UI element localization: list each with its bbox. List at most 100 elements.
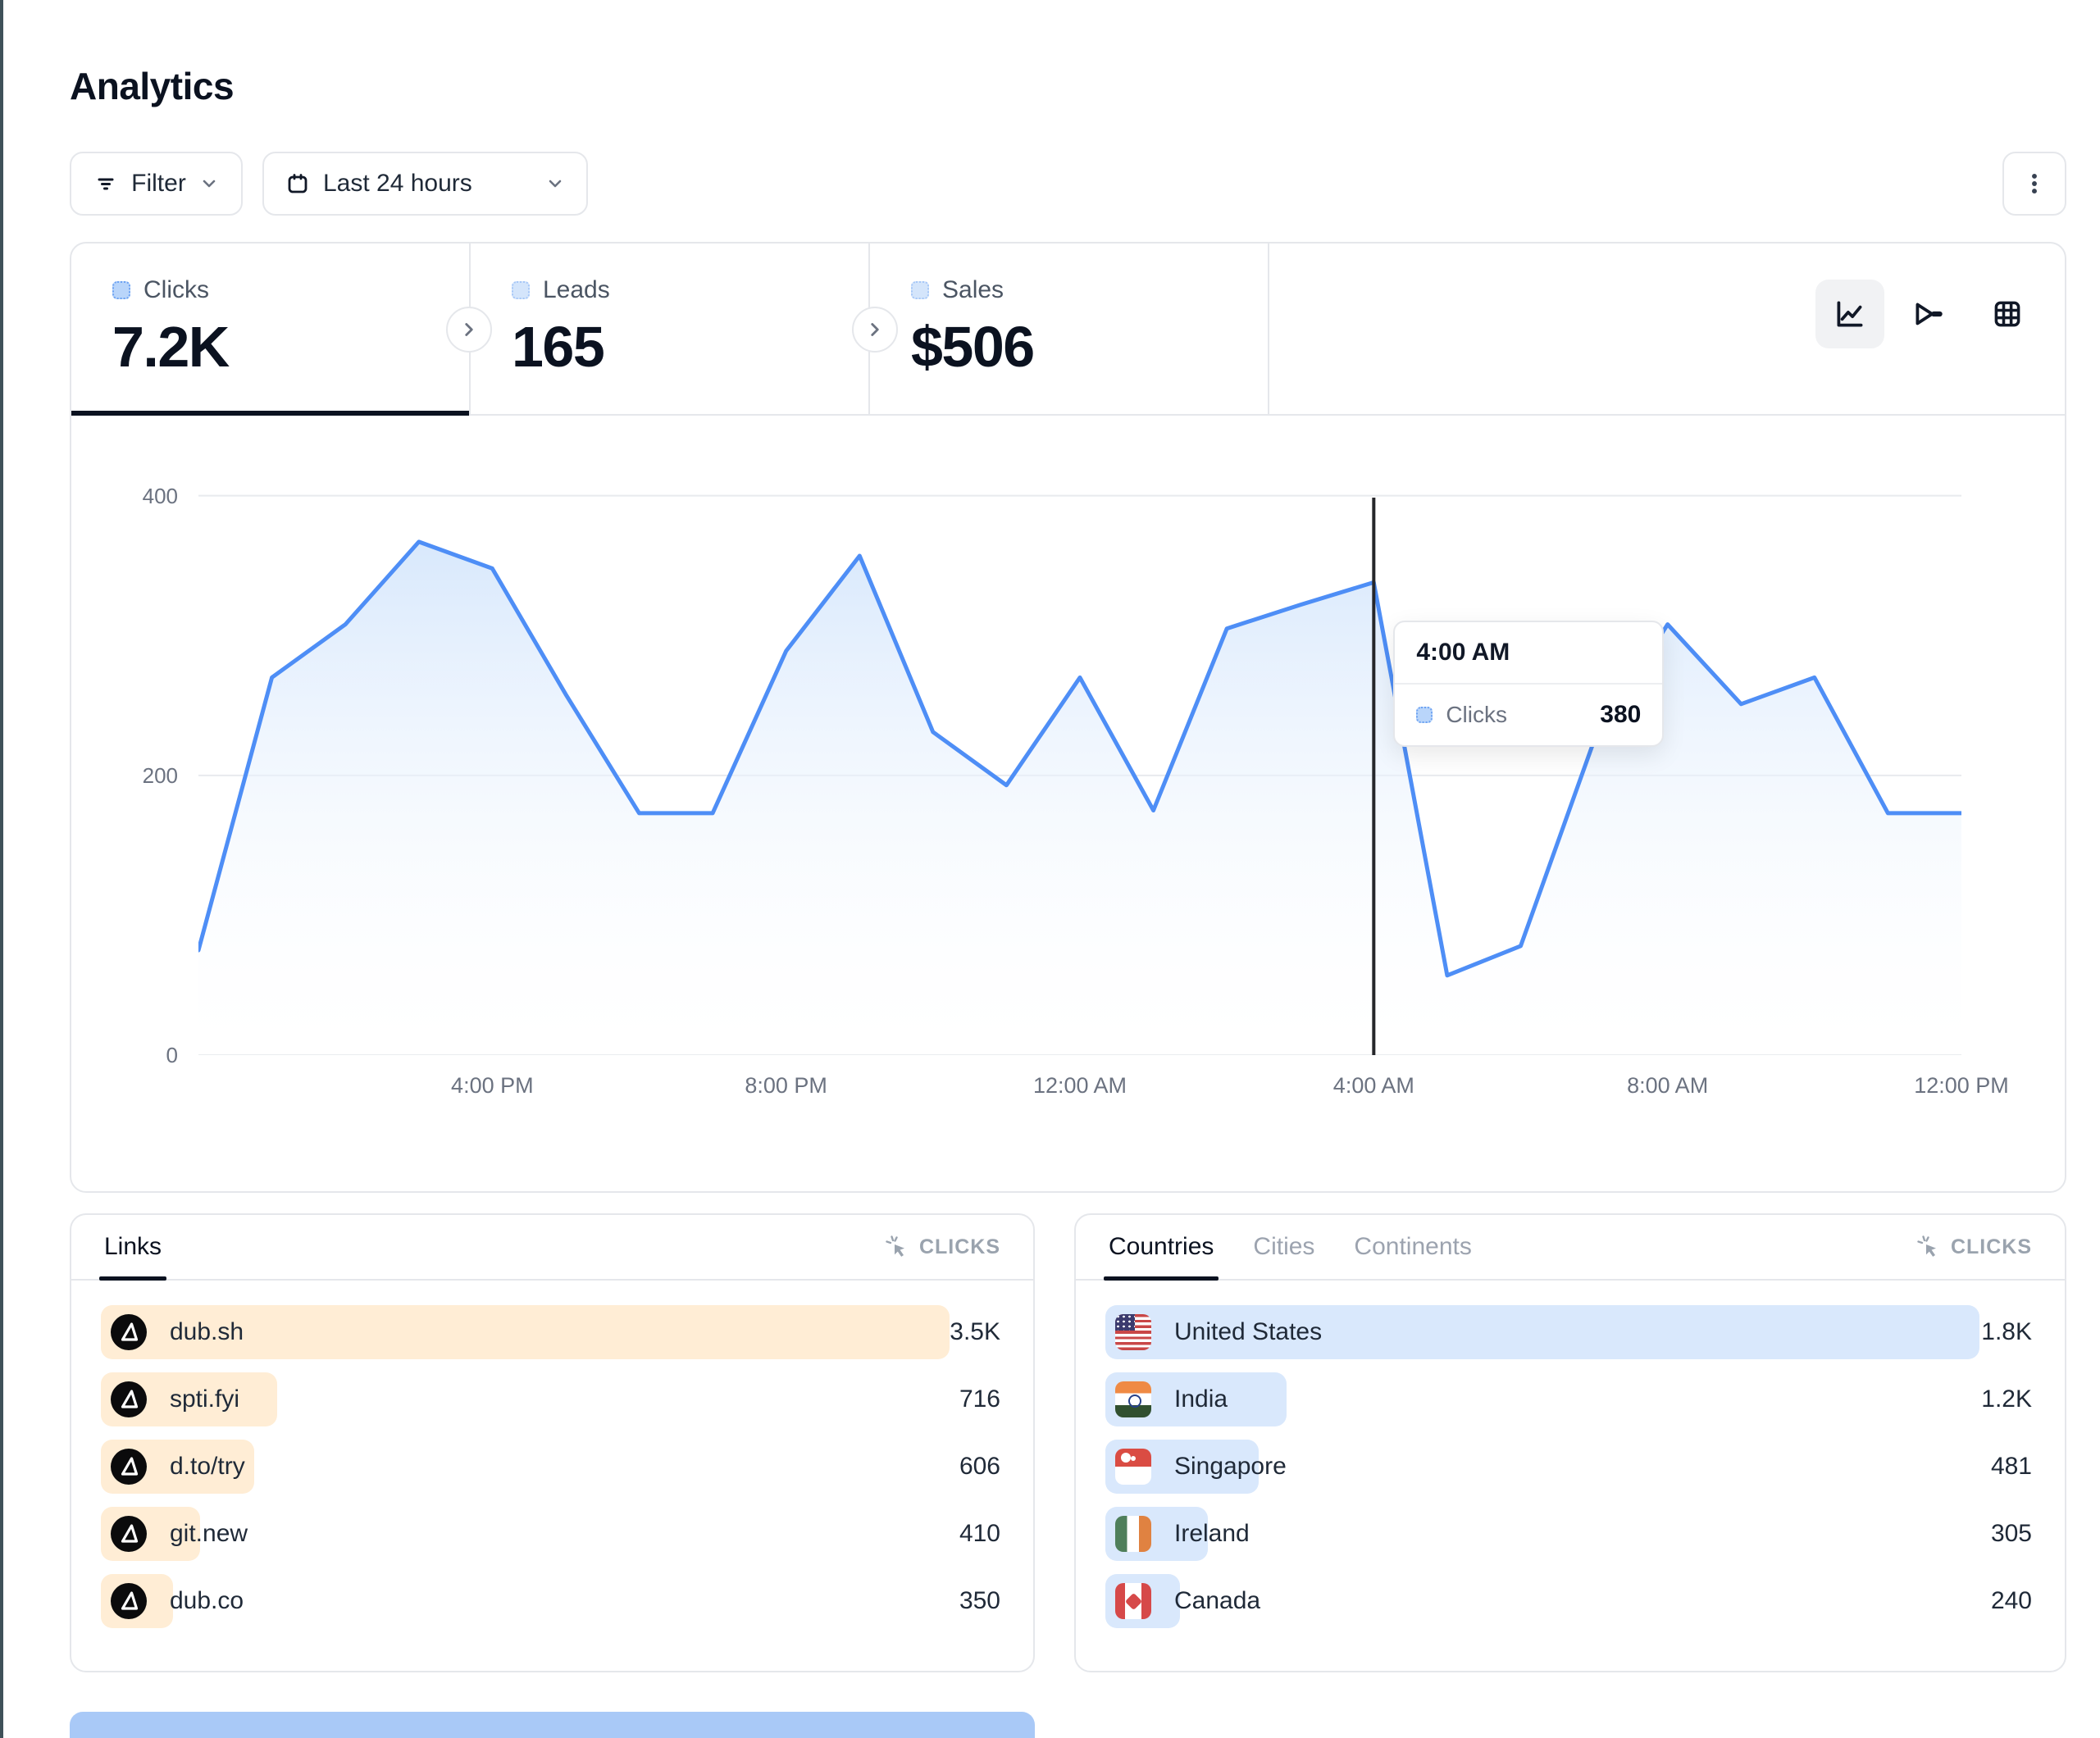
clicks-area-chart[interactable]	[198, 461, 1961, 1055]
tooltip-series-label: Clicks	[1446, 702, 1507, 728]
list-item-value: 1.2K	[1981, 1385, 2032, 1413]
in-flag-icon	[1115, 1381, 1151, 1417]
filter-button[interactable]: Filter	[70, 152, 243, 216]
dub-logo-icon	[111, 1516, 147, 1552]
tab-label: Countries	[1109, 1233, 1214, 1260]
links-tab-links[interactable]: Links	[104, 1215, 162, 1279]
toolbar: Filter Last 24 hours	[70, 152, 2066, 216]
stat-value: 165	[512, 314, 868, 380]
metric-label: CLICKS	[919, 1235, 1000, 1259]
clicks-metric-header[interactable]: CLICKS	[1916, 1235, 2032, 1259]
list-item-value: 240	[1991, 1587, 2032, 1615]
list-item-value: 305	[1991, 1520, 2032, 1548]
clicks-metric-header[interactable]: CLICKS	[885, 1235, 1000, 1259]
stat-tab-sales[interactable]: Sales $506	[870, 243, 1269, 414]
ie-flag-icon	[1115, 1516, 1151, 1552]
list-item-label: India	[1174, 1385, 1228, 1413]
list-item[interactable]: git.new 410	[101, 1507, 1004, 1561]
list-item[interactable]: dub.co 350	[101, 1574, 1004, 1628]
list-item-value: 350	[959, 1587, 1000, 1615]
cutoff-list-item-bar	[70, 1712, 1035, 1738]
list-item[interactable]: dub.sh 3.5K	[101, 1305, 1004, 1359]
stat-label: Leads	[543, 276, 610, 304]
stat-tab-clicks[interactable]: Clicks 7.2K	[71, 243, 471, 414]
dub-logo-icon	[111, 1314, 147, 1350]
stat-label: Clicks	[143, 276, 209, 304]
links-panel: Links CLICKS dub.sh 3.5K spti.fyi 716	[70, 1213, 1035, 1672]
line-chart-view-button[interactable]	[1815, 280, 1884, 348]
funnel-icon	[1910, 295, 1947, 333]
countries-list: United States 1.8K India 1.2K Singapore …	[1076, 1281, 2065, 1628]
us-flag-icon	[1115, 1314, 1151, 1350]
area-fill	[198, 542, 1961, 1055]
series-legend-swatch	[911, 281, 929, 299]
list-item-value: 481	[1991, 1453, 2032, 1481]
list-item[interactable]: d.to/try 606	[101, 1440, 1004, 1494]
x-axis-tick: 4:00 AM	[1308, 1073, 1439, 1099]
list-item-label: d.to/try	[170, 1453, 245, 1481]
geo-tab-countries[interactable]: Countries	[1109, 1215, 1214, 1279]
list-item-value: 410	[959, 1520, 1000, 1548]
filter-button-label: Filter	[131, 170, 186, 198]
list-item[interactable]: spti.fyi 716	[101, 1372, 1004, 1426]
tooltip-value: 380	[1600, 701, 1641, 729]
x-axis-tick: 12:00 AM	[1014, 1073, 1146, 1099]
links-list: dub.sh 3.5K spti.fyi 716 d.to/try 606 gi…	[71, 1281, 1033, 1628]
list-item-label: Ireland	[1174, 1520, 1250, 1548]
list-item-label: dub.co	[170, 1587, 244, 1615]
countries-panel-header: Countries Cities Continents CLICKS	[1076, 1215, 2065, 1281]
cursor-click-icon	[885, 1235, 909, 1259]
chevron-down-icon	[545, 174, 565, 193]
list-item-value: 606	[959, 1453, 1000, 1481]
dub-logo-icon	[111, 1449, 147, 1485]
left-edge-accent	[0, 0, 3, 1738]
tooltip-time: 4:00 AM	[1395, 622, 1662, 685]
table-view-button[interactable]	[1973, 280, 2042, 348]
list-item[interactable]: United States 1.8K	[1105, 1305, 2035, 1359]
y-axis-tick: 400	[88, 484, 178, 509]
filter-icon	[93, 171, 118, 196]
list-item-label: United States	[1174, 1318, 1322, 1346]
list-item[interactable]: Ireland 305	[1105, 1507, 2035, 1561]
x-axis-tick: 8:00 AM	[1602, 1073, 1733, 1099]
list-item[interactable]: India 1.2K	[1105, 1372, 2035, 1426]
date-range-button[interactable]: Last 24 hours	[262, 152, 588, 216]
list-item-label: Canada	[1174, 1587, 1260, 1615]
date-range-label: Last 24 hours	[323, 170, 472, 198]
countries-panel: Countries Cities Continents CLICKS Unite…	[1074, 1213, 2066, 1672]
list-item[interactable]: Canada 240	[1105, 1574, 2035, 1628]
calendar-icon	[285, 171, 310, 196]
dub-logo-icon	[111, 1583, 147, 1619]
funnel-view-button[interactable]	[1894, 280, 1963, 348]
x-axis-tick: 8:00 PM	[721, 1073, 852, 1099]
chart-view-toggle	[1815, 280, 2042, 348]
stat-expand-chevron-button[interactable]	[446, 307, 492, 353]
tab-label: Links	[104, 1233, 162, 1260]
countries-panel-tabs: Countries Cities Continents	[1109, 1215, 1472, 1279]
dub-logo-icon	[111, 1381, 147, 1417]
list-item-label: dub.sh	[170, 1318, 244, 1346]
line-chart-icon	[1831, 295, 1869, 333]
dub-logo-icon	[111, 1449, 147, 1485]
page-title: Analytics	[70, 64, 234, 108]
more-options-button[interactable]	[2002, 152, 2066, 216]
stat-expand-chevron-button[interactable]	[852, 307, 898, 353]
list-item[interactable]: Singapore 481	[1105, 1440, 2035, 1494]
list-item-label: spti.fyi	[170, 1385, 239, 1413]
geo-tab-continents[interactable]: Continents	[1354, 1215, 1471, 1279]
list-item-value: 1.8K	[1981, 1318, 2032, 1346]
geo-tab-cities[interactable]: Cities	[1253, 1215, 1314, 1279]
list-item-label: git.new	[170, 1520, 248, 1548]
list-item-value: 716	[959, 1385, 1000, 1413]
stat-tab-leads[interactable]: Leads 165	[471, 243, 870, 414]
y-axis-tick: 200	[88, 763, 178, 789]
series-legend-swatch	[1416, 707, 1433, 723]
x-axis-tick: 12:00 PM	[1896, 1073, 2027, 1099]
chevron-down-icon	[199, 174, 219, 193]
list-item-value: 3.5K	[950, 1318, 1000, 1346]
series-legend-swatch	[112, 281, 130, 299]
chart-tooltip: 4:00 AM Clicks 380	[1393, 621, 1664, 747]
dub-logo-icon	[111, 1583, 147, 1619]
links-panel-header: Links CLICKS	[71, 1215, 1033, 1281]
series-legend-swatch	[512, 281, 530, 299]
